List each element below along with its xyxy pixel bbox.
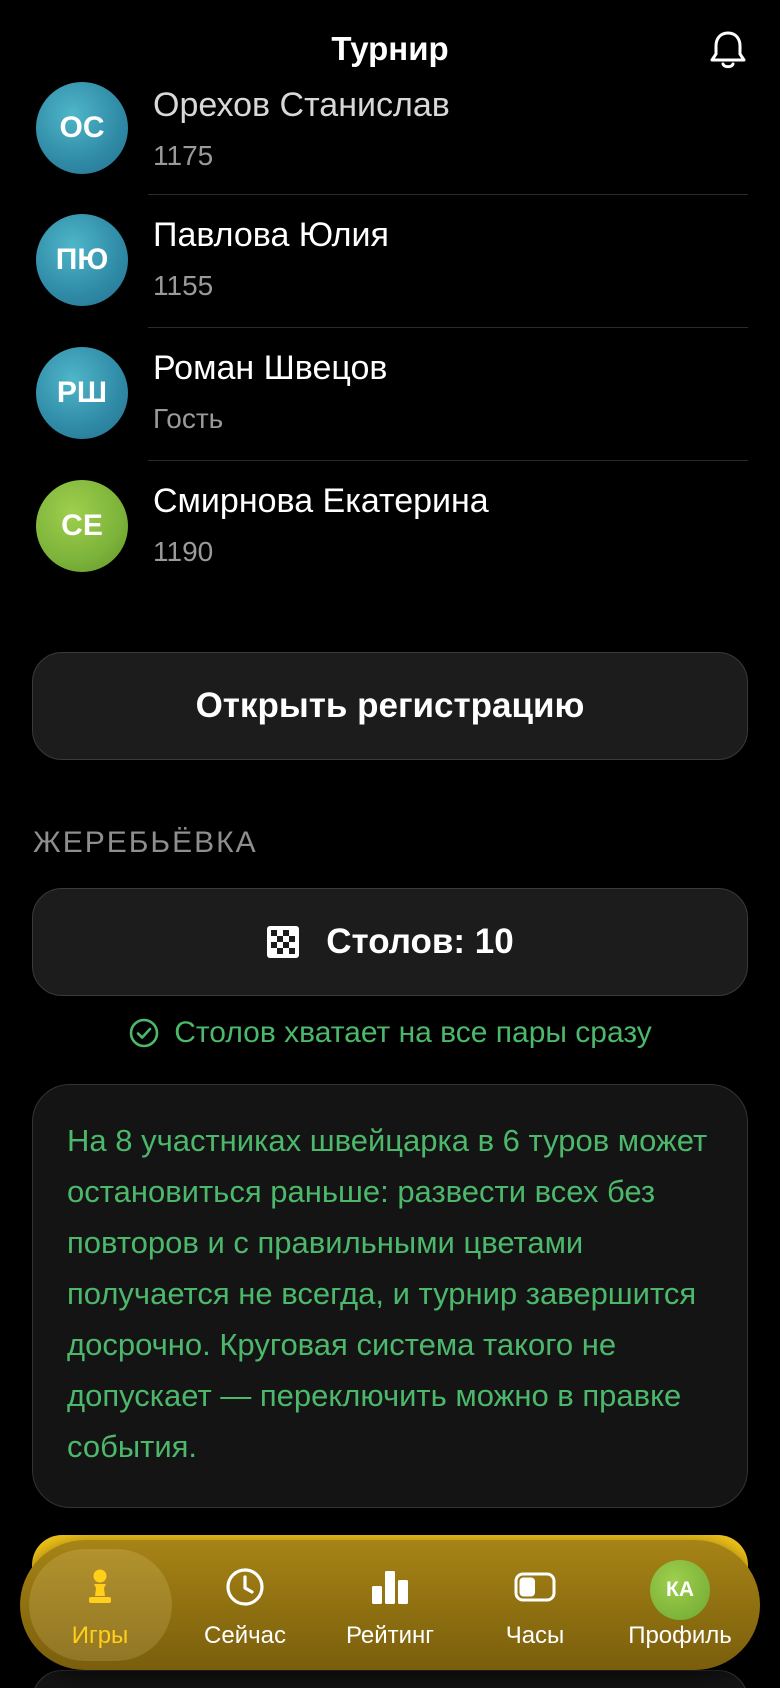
section-label-draw: ЖЕРЕБЬЁВКА — [33, 826, 258, 859]
tab-label: Часы — [505, 1622, 565, 1649]
tables-status: Столов хватает на все пары сразу — [0, 1016, 780, 1050]
avatar: ОС — [36, 82, 128, 174]
player-row[interactable]: РШ Роман Швецов Гость — [0, 327, 780, 459]
tab-clock[interactable]: Часы — [465, 1540, 605, 1670]
tables-count-label: Столов: 10 — [326, 922, 514, 961]
pawn-icon — [89, 1569, 111, 1603]
player-name: Смирнова Екатерина — [153, 482, 489, 520]
player-status: Гость — [153, 403, 224, 434]
tab-label: Игры — [71, 1622, 129, 1649]
bar-chart-icon — [372, 1571, 408, 1604]
tables-status-text: Столов хватает на все пары сразу — [174, 1016, 652, 1049]
tab-now[interactable]: Сейчас — [175, 1540, 315, 1670]
tab-label: Сейчас — [204, 1622, 286, 1649]
check-circle-icon — [129, 1018, 159, 1048]
avatar: СЕ — [36, 480, 128, 572]
avatar: КА — [650, 1560, 710, 1620]
player-row[interactable]: СЕ Смирнова Екатерина 1190 — [0, 460, 780, 592]
draw-note-text: На 8 участниках швейцарка в 6 туров може… — [67, 1123, 708, 1464]
next-card — [32, 1670, 748, 1688]
player-rating: 1155 — [153, 270, 214, 301]
player-row[interactable]: ПЮ Павлова Юлия 1155 — [0, 194, 780, 326]
tournament-screen: Турнир ОС Орехов Станислав 1175 ПЮ Павло… — [0, 0, 780, 1688]
tab-rating[interactable]: Рейтинг — [320, 1540, 460, 1670]
player-name: Роман Швецов — [153, 349, 388, 387]
clock-icon — [226, 1568, 264, 1606]
player-name: Павлова Юлия — [153, 216, 389, 254]
tab-profile[interactable]: КА Профиль — [610, 1540, 750, 1670]
player-row[interactable]: ОС Орехов Станислав 1175 — [0, 62, 780, 194]
chessboard-icon — [267, 926, 300, 958]
tables-count-button[interactable]: Столов: 10 — [32, 888, 748, 996]
player-rating: 1175 — [153, 140, 214, 171]
avatar: ПЮ — [36, 214, 128, 306]
open-registration-button[interactable]: Открыть регистрацию — [32, 652, 748, 760]
tab-label: Рейтинг — [345, 1622, 435, 1649]
tab-label: Профиль — [628, 1622, 732, 1649]
chess-clock-icon — [514, 1572, 556, 1602]
tab-bar: Игры Сейчас Рейтинг Часы КА Профиль — [20, 1540, 760, 1670]
player-name: Орехов Станислав — [153, 86, 450, 124]
player-rating: 1190 — [153, 536, 214, 567]
draw-note-card: На 8 участниках швейцарка в 6 туров може… — [32, 1084, 748, 1508]
tab-games[interactable]: Игры — [30, 1540, 170, 1670]
avatar: РШ — [36, 347, 128, 439]
